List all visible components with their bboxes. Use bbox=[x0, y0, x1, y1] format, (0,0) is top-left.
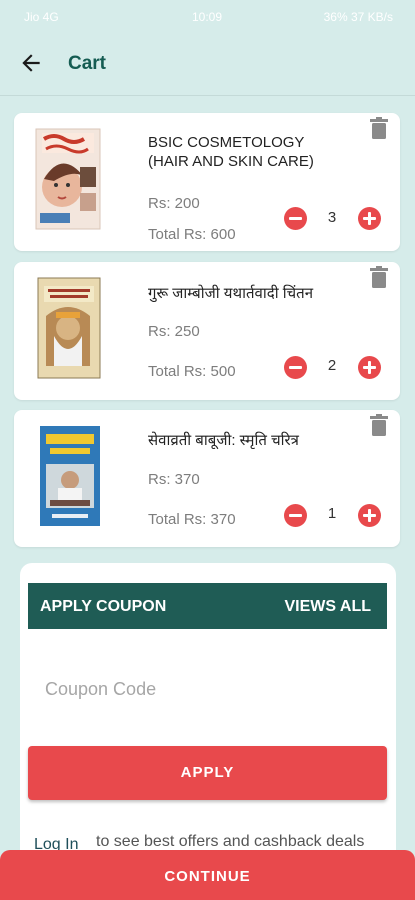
item-price: Rs: 370 bbox=[148, 471, 200, 488]
cart-item: गुरू जाम्बोजी यथार्तवादी चिंतन Rs: 250 T… bbox=[14, 262, 400, 400]
increase-quantity-button[interactable] bbox=[358, 504, 381, 527]
decrease-quantity-button[interactable] bbox=[284, 356, 307, 379]
item-total: Total Rs: 370 bbox=[148, 511, 236, 528]
trash-icon[interactable] bbox=[370, 117, 388, 139]
quantity-value: 2 bbox=[327, 357, 337, 374]
quantity-value: 3 bbox=[327, 209, 337, 226]
app-bar: Cart bbox=[0, 32, 415, 96]
item-name: गुरू जाम्बोजी यथार्तवादी चिंतन bbox=[148, 285, 314, 302]
trash-icon[interactable] bbox=[370, 414, 388, 436]
item-price: Rs: 250 bbox=[148, 323, 200, 340]
continue-button[interactable]: CONTINUE bbox=[0, 850, 415, 900]
item-name: BSIC COSMETOLOGY (HAIR AND SKIN CARE) bbox=[148, 134, 314, 170]
status-indicators: 36% 37 KB/s bbox=[323, 10, 393, 24]
trash-icon[interactable] bbox=[370, 266, 388, 288]
decrease-quantity-button[interactable] bbox=[284, 504, 307, 527]
increase-quantity-button[interactable] bbox=[358, 356, 381, 379]
coupon-header: APPLY COUPON VIEWS ALL bbox=[28, 583, 387, 629]
views-all-link[interactable]: VIEWS ALL bbox=[284, 598, 371, 616]
apply-coupon-heading: APPLY COUPON bbox=[40, 598, 167, 615]
cart-item: BSIC COSMETOLOGY (HAIR AND SKIN CARE) Rs… bbox=[14, 113, 400, 251]
status-bar: Jio 4G 10:09 36% 37 KB/s bbox=[0, 0, 415, 32]
arrow-left-icon[interactable] bbox=[18, 50, 44, 76]
item-total: Total Rs: 500 bbox=[148, 363, 236, 380]
apply-coupon-button[interactable]: APPLY bbox=[28, 746, 387, 800]
decrease-quantity-button[interactable] bbox=[284, 207, 307, 230]
page-title: Cart bbox=[68, 53, 107, 74]
quantity-value: 1 bbox=[327, 505, 337, 522]
coupon-code-input[interactable] bbox=[28, 663, 388, 715]
increase-quantity-button[interactable] bbox=[358, 207, 381, 230]
item-name: सेवाव्रती बाबूजी: स्मृति चरित्र bbox=[148, 432, 299, 449]
cart-item: सेवाव्रती बाबूजी: स्मृति चरित्र Rs: 370 … bbox=[14, 410, 400, 547]
offers-text: to see best offers and cashback deals bbox=[96, 833, 365, 850]
coupon-card: APPLY COUPON VIEWS ALL APPLY Log In to s… bbox=[20, 563, 396, 863]
book-cover-image bbox=[40, 426, 100, 526]
carrier-text: Jio 4G bbox=[24, 10, 59, 24]
book-cover-image bbox=[37, 277, 101, 379]
clock: 10:09 bbox=[192, 10, 223, 24]
item-price: Rs: 200 bbox=[148, 195, 200, 212]
book-cover-image bbox=[35, 128, 101, 230]
item-total: Total Rs: 600 bbox=[148, 226, 236, 243]
